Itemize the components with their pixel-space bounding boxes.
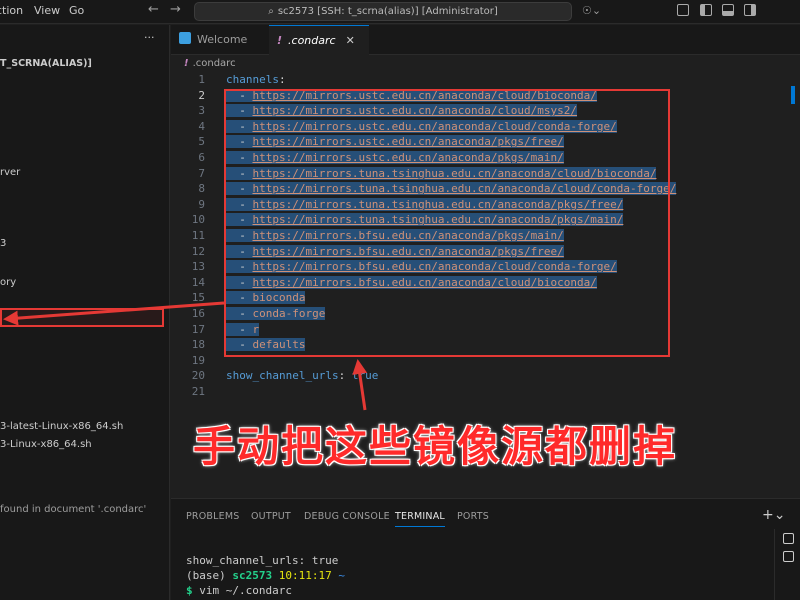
line-number: 20 [191,369,205,383]
line-number: 7 [198,166,205,180]
explorer-selected-item[interactable] [0,308,164,327]
code-content: channels: [226,72,286,88]
command-center[interactable]: ⌕ sc2573 [SSH: t_scrna(alias)] [Administr… [194,2,572,21]
terminal-command-line[interactable]: $ vim ~/.condarc [186,584,292,597]
line-number: 11 [191,229,205,242]
line-number: 19 [191,353,205,367]
line-number: 4 [198,119,205,133]
menu-go[interactable]: Go [69,4,84,17]
search-icon: ⌕ [268,6,274,17]
line-number: 3 [198,104,205,118]
annotation-highlight-box [224,89,670,357]
outline-empty-message: found in document '.condarc' [0,504,147,515]
editor-tabs: Welcome ! .condarc ✕ [171,25,800,55]
tab-label: .condarc [288,34,336,47]
line-number: 8 [198,182,205,196]
tab-ports[interactable]: PORTS [457,511,489,522]
close-icon[interactable]: ✕ [346,34,355,47]
breadcrumb-label: .condarc [192,58,236,69]
prompt-dir: ~ [331,569,345,582]
explorer-item[interactable]: ory [0,277,16,288]
tab-problems[interactable]: PROBLEMS [186,511,239,522]
terminal-command: vim ~/.condarc [199,584,292,597]
line-number: 17 [191,322,205,336]
explorer-item[interactable]: rver [0,167,20,178]
line-number: 12 [191,244,205,258]
back-arrow-icon[interactable]: ← [148,2,159,17]
line-number: 9 [198,197,205,211]
line-number: 18 [191,338,205,352]
terminal-output-line: show_channel_urls: true [186,554,339,567]
tab-label: Welcome [197,33,248,46]
line-number: 1 [198,73,205,86]
bottom-panel: PROBLEMS OUTPUT DEBUG CONSOLE TERMINAL P… [171,498,800,600]
tab-debug-console[interactable]: DEBUG CONSOLE [304,511,390,522]
code-line[interactable]: 21 [171,384,800,400]
annotation-caption: 手动把这些镜像源都删掉 [193,422,678,471]
add-terminal-icon[interactable]: +⌄ [762,507,785,523]
prompt-env: (base) [186,569,233,582]
copilot-icon[interactable]: ☉⌄ [582,4,601,17]
toggle-panel-icon[interactable] [722,4,734,16]
explorer-sidebar: ··· T_SCRNA(ALIAS)] rver 3 ory 3-latest-… [0,25,170,600]
tab-welcome[interactable]: Welcome [171,25,269,55]
vscode-logo-icon [179,32,191,44]
explorer-file[interactable]: 3-latest-Linux-x86_64.sh [0,421,123,432]
prompt-host: sc2573 [232,569,273,582]
prompt-symbol: $ [186,584,200,597]
forward-arrow-icon[interactable]: → [170,2,181,17]
line-number: 15 [191,291,205,305]
line-number: 5 [198,135,205,149]
yaml-key: channels [226,73,279,86]
terminal-prompt: (base) sc2573 10:11:17 ~ [186,569,345,582]
tab-condarc[interactable]: ! .condarc ✕ [269,25,369,55]
yaml-boolean: true [351,369,379,383]
yaml-colon: : [338,369,352,383]
tab-output[interactable]: OUTPUT [251,511,291,522]
code-content: show_channel_urls: true [226,368,378,384]
line-number: 2 [198,88,205,102]
line-number: 14 [191,275,205,289]
line-number: 10 [191,213,205,227]
prompt-time: 10:11:17 [272,569,332,582]
line-number: 16 [191,307,205,320]
code-line[interactable]: 20 show_channel_urls: true [171,368,800,384]
toggle-secondary-sidebar-icon[interactable] [744,4,756,16]
terminal-tab-list [774,529,800,600]
toggle-sidebar-icon[interactable] [700,4,712,16]
more-actions-icon[interactable]: ··· [144,31,155,44]
explorer-file[interactable]: 3-Linux-x86_64.sh [0,439,92,450]
command-center-label: sc2573 [SSH: t_scrna(alias)] [Administra… [277,6,498,17]
line-number: 13 [191,260,205,274]
customize-layout-icon[interactable] [677,4,689,16]
menu-selection[interactable]: ction [0,4,23,17]
line-number: 21 [191,385,205,398]
yaml-key: show_channel_urls [226,369,339,383]
terminal-tab-icon[interactable] [783,551,794,562]
yaml-file-icon: ! [277,34,283,47]
explorer-item[interactable]: 3 [0,238,6,249]
code-line[interactable]: 1 channels: [171,72,800,88]
yaml-file-icon: ! [184,58,189,69]
terminal-tab-icon[interactable] [783,533,794,544]
breadcrumb[interactable]: ! .condarc [184,58,236,69]
title-bar: ction View Go ← → ⌕sc2573 [SSH: t_scrna(… [0,0,800,24]
tab-terminal[interactable]: TERMINAL [395,511,445,527]
explorer-root-folder[interactable]: T_SCRNA(ALIAS)] [0,58,92,69]
yaml-colon: : [278,73,286,86]
menu-view[interactable]: View [34,4,60,17]
line-number: 6 [198,151,205,164]
